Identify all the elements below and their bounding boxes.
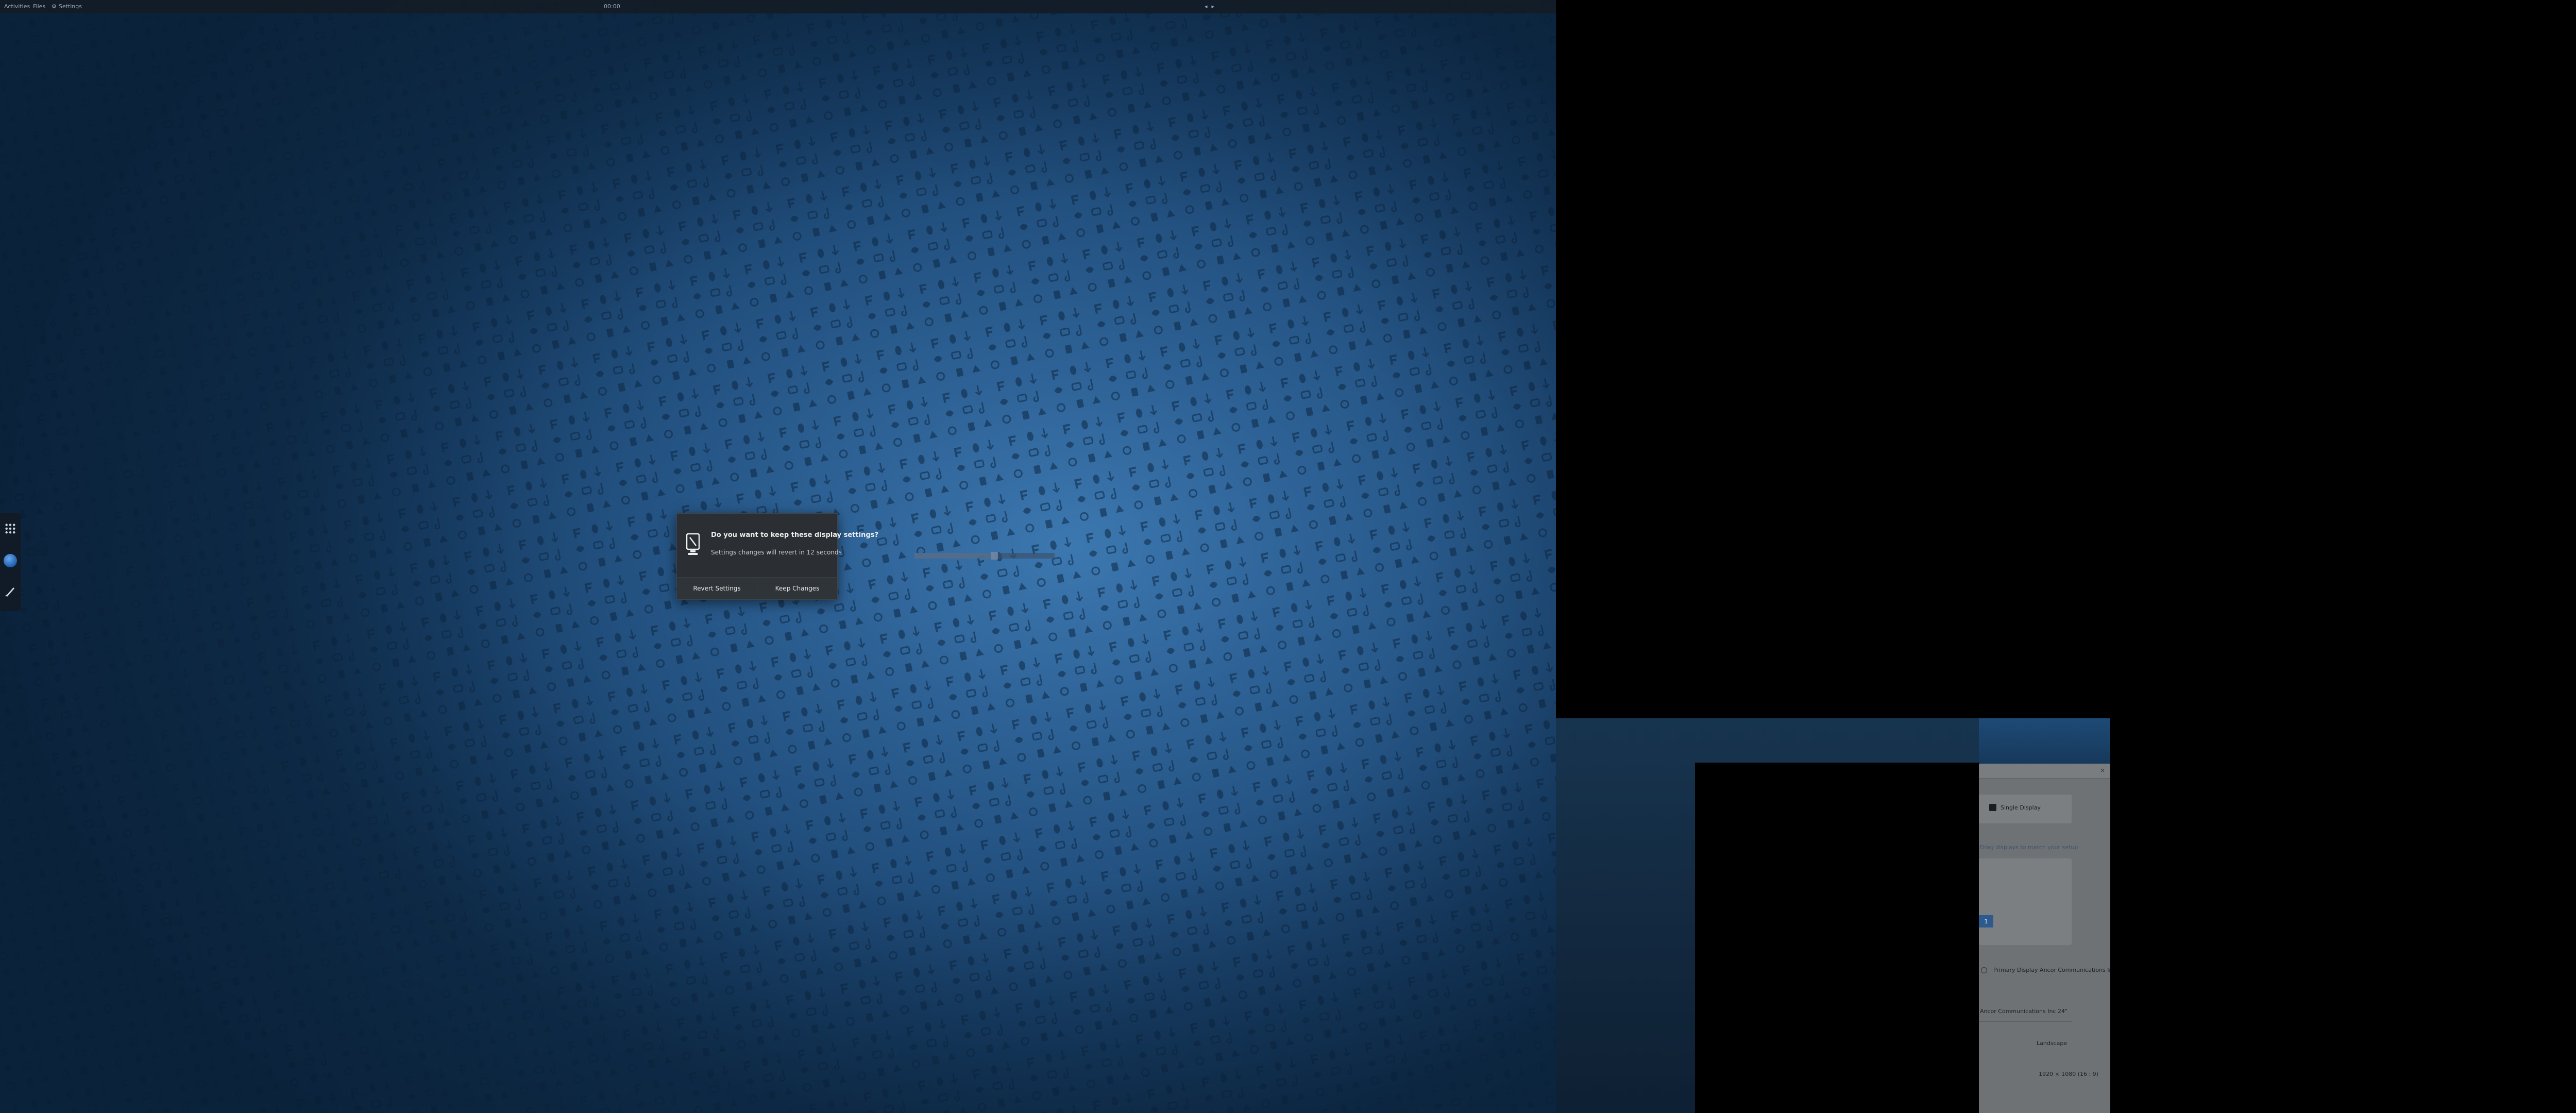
display-icon (686, 533, 700, 555)
arrangement-hint: Drag displays to match your setup (1980, 844, 2078, 851)
apps-grid-icon (5, 523, 16, 534)
close-icon[interactable]: × (2100, 767, 2105, 774)
activities-button[interactable]: Activities (4, 0, 30, 13)
radio-icon (1981, 967, 1987, 973)
orientation-value[interactable]: Landscape (2037, 1040, 2067, 1047)
display-arrangement-card: 1 (1979, 858, 2072, 945)
monitor-badge[interactable]: 1 (1979, 915, 1993, 927)
left-dock (0, 513, 21, 611)
dialog-button-bar: Revert Settings Keep Changes (677, 577, 837, 599)
revert-settings-button[interactable]: Revert Settings (677, 578, 757, 599)
show-apps-button[interactable] (2, 520, 19, 537)
desktop-screen: Activities Files ⚙ Settings 00:00 ◂ ▸ Do… (0, 0, 2576, 1113)
display-settings-dialog: Do you want to keep these display settin… (676, 513, 878, 600)
dialog-title: Do you want to keep these display settin… (711, 531, 878, 539)
dock-app-launcher[interactable] (2, 552, 19, 569)
primary-display-row[interactable]: Primary Display Ancor Communications Inc… (1981, 967, 2110, 973)
settings-app-label: Settings (58, 3, 82, 10)
osd-level-knob[interactable] (991, 552, 998, 560)
dock-pen-launcher[interactable] (2, 583, 19, 600)
tray-right-icon[interactable]: ▸ (1212, 3, 1215, 10)
files-app-menu[interactable]: Files (33, 0, 45, 13)
display-mode-icon (1989, 804, 1996, 811)
osd-level-bar[interactable] (914, 552, 1055, 560)
settings-app-menu[interactable]: ⚙ Settings (52, 0, 82, 13)
display-mode-card: Single Display (1979, 795, 2072, 823)
display-mode-option[interactable]: Single Display (1989, 804, 2041, 811)
display-settings-window: × Single Display Drag displays to match … (1979, 764, 2110, 1113)
clock[interactable]: 00:00 (604, 0, 620, 13)
system-tray[interactable]: ◂ ▸ (1200, 0, 1214, 13)
primary-display-label: Primary Display Ancor Communications Inc… (1993, 967, 2110, 973)
divider (1979, 1021, 2072, 1022)
secondary-monitor: × Single Display Drag displays to match … (1556, 718, 2110, 1113)
gear-icon: ⚙ (52, 3, 57, 10)
dialog-countdown-text: Settings changes will revert in 12 secon… (711, 549, 842, 556)
resolution-value[interactable]: 1920 × 1080 (16 : 9) (2039, 1071, 2098, 1077)
tray-left-icon[interactable]: ◂ (1205, 3, 1208, 10)
black-window (1695, 763, 1979, 1113)
display-mode-label: Single Display (2001, 804, 2041, 811)
app-orb-icon (4, 554, 17, 567)
primary-monitor: Activities Files ⚙ Settings 00:00 ◂ ▸ Do… (0, 0, 1556, 1113)
settings-header: × (1979, 764, 2110, 779)
osd-level-fill (914, 553, 995, 559)
secondary-wallpaper-strip (1979, 718, 2110, 764)
pen-icon (5, 587, 14, 597)
keep-changes-button[interactable]: Keep Changes (757, 578, 837, 599)
display-name-row[interactable]: Ancor Communications Inc 24" (1980, 1008, 2067, 1015)
top-panel: Activities Files ⚙ Settings 00:00 ◂ ▸ (0, 0, 1556, 13)
